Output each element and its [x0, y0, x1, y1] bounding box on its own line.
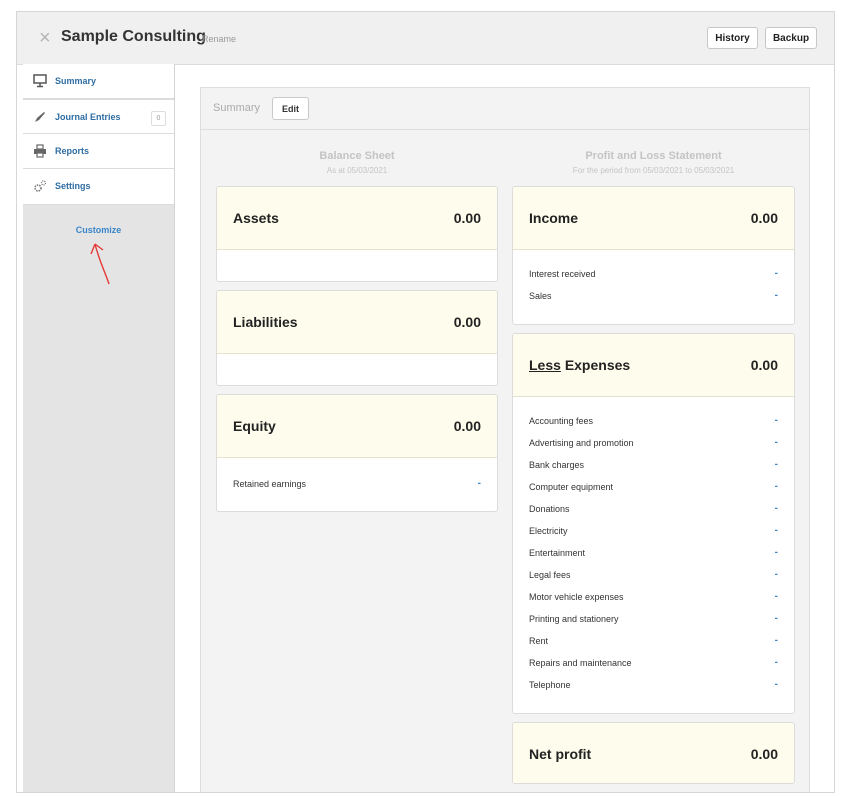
equity-label: Equity — [233, 418, 276, 434]
pl-title: Profit and Loss Statement — [585, 150, 722, 162]
list-item: Interest received - — [529, 268, 778, 279]
summary-panel: Summary Edit Balance Sheet As at 05/03/2… — [200, 87, 810, 792]
net-profit-value: 0.00 — [750, 746, 778, 762]
sidebar-item-label: Journal Entries — [55, 112, 121, 122]
journal-count-badge: 0 — [151, 111, 166, 126]
summary-title: Summary — [213, 102, 261, 114]
assets-card: Assets 0.00 — [216, 186, 498, 282]
expenses-label: Less Expenses — [529, 357, 631, 373]
liabilities-label: Liabilities — [233, 314, 298, 330]
net-profit-card: Net profit 0.00 — [512, 722, 795, 784]
sidebar-item-settings[interactable]: Settings — [23, 169, 174, 205]
app-window: × Sample Consulting Rename History Backu… — [16, 11, 835, 793]
list-item: Rent - — [529, 635, 778, 646]
sidebar-item-label: Reports — [55, 146, 90, 156]
customize-link[interactable]: Customize — [23, 225, 174, 235]
sidebar-item-reports[interactable]: Reports — [23, 134, 174, 169]
income-card: Income 0.00 Interest received - Sales - — [512, 186, 795, 325]
list-item: Sales - — [529, 290, 778, 301]
assets-value: 0.00 — [453, 210, 481, 226]
balance-sheet-date: As at 05/03/2021 — [326, 166, 388, 175]
pen-icon — [33, 110, 47, 124]
list-item: Computer equipment - — [529, 481, 778, 492]
rename-link[interactable]: Rename — [202, 34, 236, 44]
list-item: Repairs and maintenance - — [529, 657, 778, 668]
expenses-card: Less Expenses 0.00 Accounting fees - Adve… — [512, 333, 795, 714]
top-bar: × Sample Consulting Rename History Backu… — [17, 12, 834, 65]
list-item: Bank charges - — [529, 459, 778, 470]
list-item: Donations - — [529, 503, 778, 514]
sidebar-item-label: Settings — [55, 181, 91, 191]
list-item: Legal fees - — [529, 569, 778, 580]
equity-value: 0.00 — [453, 418, 481, 434]
sidebar: Summary Journal Entries 0 Reports Settin… — [23, 64, 175, 792]
sidebar-item-summary[interactable]: Summary — [23, 64, 174, 99]
expenses-value: 0.00 — [750, 357, 778, 373]
balance-sheet-title: Balance Sheet — [319, 150, 395, 162]
edit-button[interactable]: Edit — [272, 97, 309, 120]
list-item: Advertising and promotion - — [529, 437, 778, 448]
printer-icon — [33, 144, 47, 158]
liabilities-card: Liabilities 0.00 — [216, 290, 498, 386]
income-value: 0.00 — [750, 210, 778, 226]
net-profit-label: Net profit — [529, 746, 592, 762]
backup-button[interactable]: Backup — [765, 27, 817, 49]
list-item: Printing and stationery - — [529, 613, 778, 624]
assets-label: Assets — [233, 210, 279, 226]
list-item: Motor vehicle expenses - — [529, 591, 778, 602]
red-arrow-annotation — [90, 243, 110, 285]
list-item: Accounting fees - — [529, 415, 778, 426]
gear-icon — [33, 179, 47, 193]
liabilities-value: 0.00 — [453, 314, 481, 330]
company-name: Sample Consulting — [61, 28, 206, 45]
close-icon[interactable]: × — [39, 27, 51, 49]
list-item: Telephone - — [529, 679, 778, 690]
sidebar-item-journal-entries[interactable]: Journal Entries 0 — [23, 99, 174, 134]
pl-period: For the period from 05/03/2021 to 05/03/… — [572, 166, 735, 175]
summary-header: Summary Edit — [201, 88, 809, 130]
income-label: Income — [529, 210, 579, 226]
list-item: Entertainment - — [529, 547, 778, 558]
list-item: Retained earnings - — [233, 478, 481, 489]
equity-card: Equity 0.00 Retained earnings - — [216, 394, 498, 512]
history-button[interactable]: History — [707, 27, 758, 49]
list-item: Electricity - — [529, 525, 778, 536]
sidebar-item-label: Summary — [55, 76, 97, 86]
monitor-icon — [33, 74, 47, 88]
